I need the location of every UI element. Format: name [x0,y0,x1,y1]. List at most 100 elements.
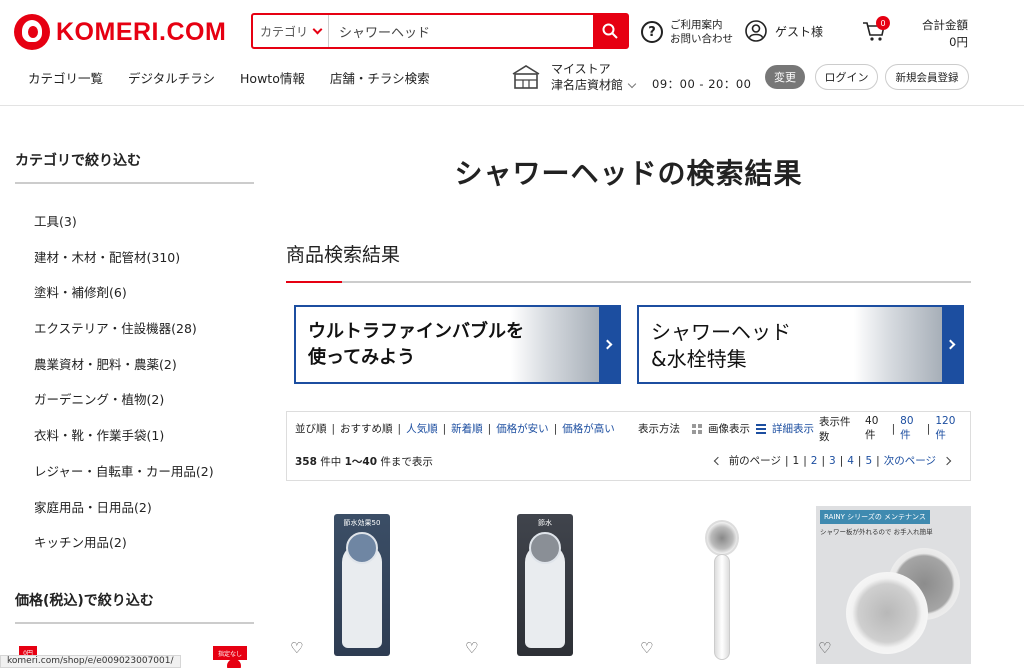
separator: | [553,422,558,435]
page-link[interactable]: 3 [829,455,836,467]
product-card[interactable]: 節水効果50 ♡ [286,506,444,668]
detail-view-option[interactable]: 詳細表示 [772,421,814,436]
search-button[interactable] [593,15,627,47]
chevron-right-icon [602,339,613,350]
package-label: 節水効果50 [343,519,381,527]
category-filter-item[interactable]: 家庭用品・日用品(2) [34,498,214,534]
display-method: 表示方法 画像表示 詳細表示 [638,421,814,436]
sort-label: 並び順 [295,423,327,435]
page-current: 1 [792,454,800,467]
sort-recommended[interactable]: おすすめ順 [340,421,393,436]
page-link[interactable]: 2 [811,455,818,467]
sort-price-high[interactable]: 価格が高い [562,421,615,436]
total-label: 合計金額 [922,18,968,32]
favorite-heart-icon[interactable]: ♡ [640,639,653,657]
help-link[interactable]: ? ご利用案内 お問い合わせ [641,18,733,46]
shower-head-shape [346,532,378,564]
category-filter-item[interactable]: エクステリア・住設機器(28) [34,319,214,355]
category-filter-item[interactable]: 農業資材・肥料・農薬(2) [34,355,214,391]
sort-popular[interactable]: 人気順 [406,421,438,436]
login-button[interactable]: ログイン [815,64,878,90]
site-header: KOMERI.COM カテゴリ ? ご利用案内 お問い合わせ ゲスト様 0 合計… [0,0,1024,106]
result-total: 358 [295,456,317,468]
separator: | [331,422,336,435]
question-icon: ? [641,21,663,43]
my-store[interactable]: マイストア 津名店資材館 [511,61,637,93]
shower-head-photo [854,307,942,382]
category-filter-item[interactable]: レジャー・自転車・カー用品(2) [34,462,214,498]
store-name: 津名店資材館 [551,78,624,92]
separator: | [891,422,896,435]
chevron-right-icon[interactable] [942,456,952,465]
shower-head-shape [846,572,928,654]
shower-head-photo [511,307,599,382]
banner-arrow [599,307,619,382]
count-40[interactable]: 40件 [865,415,887,442]
banner-shower-faucet-feature[interactable]: シャワーヘッド &水栓特集 [637,305,964,384]
nav-category-list[interactable]: カテゴリ一覧 [28,68,103,87]
product-card[interactable]: 節水 ♡ [465,506,623,668]
category-filter-title: カテゴリで絞り込む [15,150,254,184]
favorite-heart-icon[interactable]: ♡ [290,639,303,657]
separator: | [839,454,844,467]
cart-button[interactable]: 0 [862,16,890,44]
store-hours: 09：00 - 20：00 [652,77,752,91]
display-count: 表示件数 40件 | 80件 | 120件 [819,414,963,444]
separator: | [857,454,862,467]
help-line1: ご利用案内 [670,19,723,31]
cart-total: 合計金額 0円 [922,17,968,51]
nav-howto[interactable]: Howto情報 [240,68,305,87]
change-store-button[interactable]: 変更 [765,65,805,89]
total-value: 0円 [949,35,968,49]
register-button[interactable]: 新規会員登録 [885,64,969,90]
category-filter-item[interactable]: キッチン用品(2) [34,533,214,569]
result-count: 358 件中 1〜40 件まで表示 [295,454,433,469]
category-filter-item[interactable]: 工具(3) [34,212,214,248]
result-range-suffix: 件まで表示 [380,456,433,468]
category-filter-item[interactable]: 衣料・靴・作業手袋(1) [34,426,214,462]
search-input[interactable] [329,15,593,47]
separator: | [803,454,807,467]
category-filter-item[interactable]: 建材・木材・配管材(310) [34,248,214,284]
count-80[interactable]: 80件 [900,415,922,442]
nav-digital-flyer[interactable]: デジタルチラシ [128,68,215,87]
count-120[interactable]: 120件 [935,415,963,442]
search-bar: カテゴリ [251,13,629,49]
grid-icon [692,423,702,434]
next-page-link[interactable]: 次のページ [884,453,936,468]
separator: | [876,454,880,467]
page-link[interactable]: 4 [847,455,854,467]
category-filter-item[interactable]: ガーデニング・植物(2) [34,390,214,426]
nav-store-search[interactable]: 店舗・チラシ検索 [330,68,430,87]
chevron-left-icon[interactable] [713,456,722,465]
image-view-option[interactable]: 画像表示 [708,421,750,436]
category-filter-item[interactable]: 塗料・補修剤(6) [34,283,214,319]
site-logo[interactable]: KOMERI.COM [14,14,226,50]
favorite-heart-icon[interactable]: ♡ [465,639,478,657]
logo-text: KOMERI.COM [56,17,227,46]
separator: | [487,422,492,435]
sort-row: 並び順 | おすすめ順 | 人気順 | 新着順 | 価格が安い | 価格が高い … [295,415,963,443]
guest-account-link[interactable]: ゲスト様 [745,20,823,42]
sort-newest[interactable]: 新着順 [451,421,483,436]
banner-line2: &水栓特集 [651,347,747,371]
category-filter-list: 工具(3) 建材・木材・配管材(310) 塗料・補修剤(6) エクステリア・住設… [34,212,214,569]
browser-status-url: komeri.com/shop/e/e009023007001/ [0,655,181,668]
store-text: マイストア 津名店資材館 [551,61,637,93]
favorite-heart-icon[interactable]: ♡ [818,639,831,657]
search-category-select[interactable]: カテゴリ [253,15,329,47]
product-card[interactable]: RAINY シリーズの メンテナンス シャワー板が外れるので お手入れ簡単 ♡ [816,506,971,664]
display-method-label: 表示方法 [638,423,680,435]
separator: | [784,454,789,467]
banner-line2: 使ってみよう [308,347,416,368]
price-slider-handle[interactable] [227,659,241,668]
banner-ultrafine-bubble[interactable]: ウルトラファインバブルを 使ってみよう [294,305,621,384]
sort-price-low[interactable]: 価格が安い [496,421,549,436]
page-link[interactable]: 5 [865,455,872,467]
separator: | [442,422,447,435]
list-icon [756,423,766,434]
result-range: 1〜40 [344,456,378,468]
chevron-down-icon [627,79,637,88]
price-max-tag: 指定なし [213,646,247,660]
prev-page-link[interactable]: 前のページ [729,453,781,468]
